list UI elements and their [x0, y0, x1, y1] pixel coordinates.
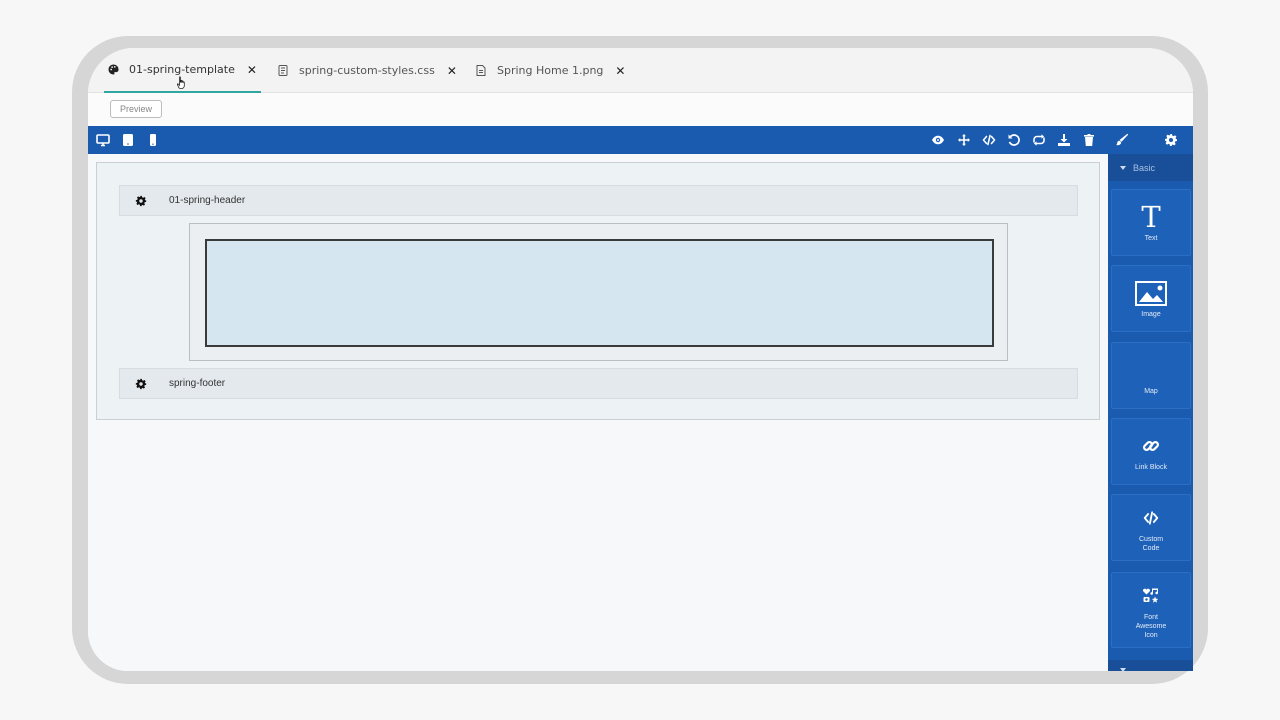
basic-section-header[interactable]: Basic — [1108, 154, 1193, 181]
editor-window: 01-spring-template ✕ spring-custom-style… — [88, 48, 1193, 671]
editor-toolbar — [88, 126, 1193, 154]
footer-component[interactable]: spring-footer — [119, 368, 1078, 399]
close-icon[interactable]: ✕ — [447, 64, 457, 78]
code-icon[interactable] — [980, 131, 998, 149]
block-label: Image — [1141, 311, 1161, 318]
undo-icon[interactable] — [1005, 131, 1023, 149]
link-icon — [1141, 431, 1161, 461]
eye-icon[interactable] — [929, 131, 947, 149]
block-text[interactable]: T Text — [1111, 189, 1191, 256]
trash-icon[interactable] — [1080, 131, 1098, 149]
footer-label: spring-footer — [169, 378, 226, 389]
content-slot[interactable] — [189, 223, 1008, 361]
block-font-awesome-icon[interactable]: Font Awesome Icon — [1111, 572, 1191, 648]
caret-down-icon — [1120, 668, 1126, 671]
desktop-icon[interactable] — [94, 131, 112, 149]
gear-icon[interactable] — [1162, 131, 1180, 149]
tab-spring-home-png[interactable]: Spring Home 1.png ✕ — [474, 48, 625, 93]
block-custom-code[interactable]: Custom Code — [1111, 494, 1191, 561]
tab-bar: 01-spring-template ✕ spring-custom-style… — [88, 48, 1193, 93]
palette-icon — [106, 64, 120, 75]
redo-icon[interactable] — [1030, 131, 1048, 149]
header-component[interactable]: 01-spring-header — [119, 185, 1078, 216]
preview-bar: Preview — [88, 93, 1193, 126]
block-map[interactable]: Map — [1111, 342, 1191, 409]
close-icon[interactable]: ✕ — [615, 64, 625, 78]
move-icon[interactable] — [955, 131, 973, 149]
image-icon — [1135, 278, 1167, 308]
gear-icon[interactable] — [135, 195, 147, 207]
text-icon: T — [1141, 200, 1161, 234]
font-awesome-icon — [1142, 581, 1160, 611]
download-icon[interactable] — [1055, 131, 1073, 149]
block-image[interactable]: Image — [1111, 265, 1191, 332]
block-label: Link Block — [1135, 464, 1167, 471]
header-label: 01-spring-header — [169, 195, 246, 206]
css-file-icon — [276, 65, 290, 76]
tab-label: Spring Home 1.png — [497, 64, 604, 77]
block-label: Font Awesome Icon — [1135, 613, 1167, 639]
tab-label: spring-custom-styles.css — [299, 64, 435, 77]
image-file-icon — [474, 65, 488, 76]
section-label: Basic — [1133, 162, 1156, 173]
template-wrapper[interactable]: 01-spring-header spring-footer — [96, 162, 1100, 420]
gear-icon[interactable] — [135, 378, 147, 390]
code-icon — [1140, 503, 1162, 533]
paint-brush-icon[interactable] — [1113, 131, 1131, 149]
caret-down-icon — [1120, 165, 1126, 170]
tab-label: 01-spring-template — [129, 63, 235, 76]
close-icon[interactable]: ✕ — [247, 63, 257, 77]
mobile-icon[interactable] — [144, 131, 162, 149]
recent-section-header[interactable] — [1108, 660, 1193, 671]
tab-spring-custom-styles[interactable]: spring-custom-styles.css ✕ — [276, 48, 457, 93]
block-link-block[interactable]: Link Block — [1111, 418, 1191, 485]
selected-content-block[interactable] — [205, 239, 994, 347]
block-label: Map — [1144, 388, 1158, 395]
block-label: Custom Code — [1138, 535, 1164, 552]
block-label: Text — [1144, 235, 1158, 242]
blocks-panel: Basic T Text Image Map Link Block Custom… — [1108, 154, 1193, 671]
tablet-icon[interactable] — [119, 131, 137, 149]
preview-button[interactable]: Preview — [110, 100, 162, 118]
editor-canvas[interactable]: 01-spring-header spring-footer — [88, 154, 1108, 671]
hand-cursor-icon — [176, 76, 185, 89]
